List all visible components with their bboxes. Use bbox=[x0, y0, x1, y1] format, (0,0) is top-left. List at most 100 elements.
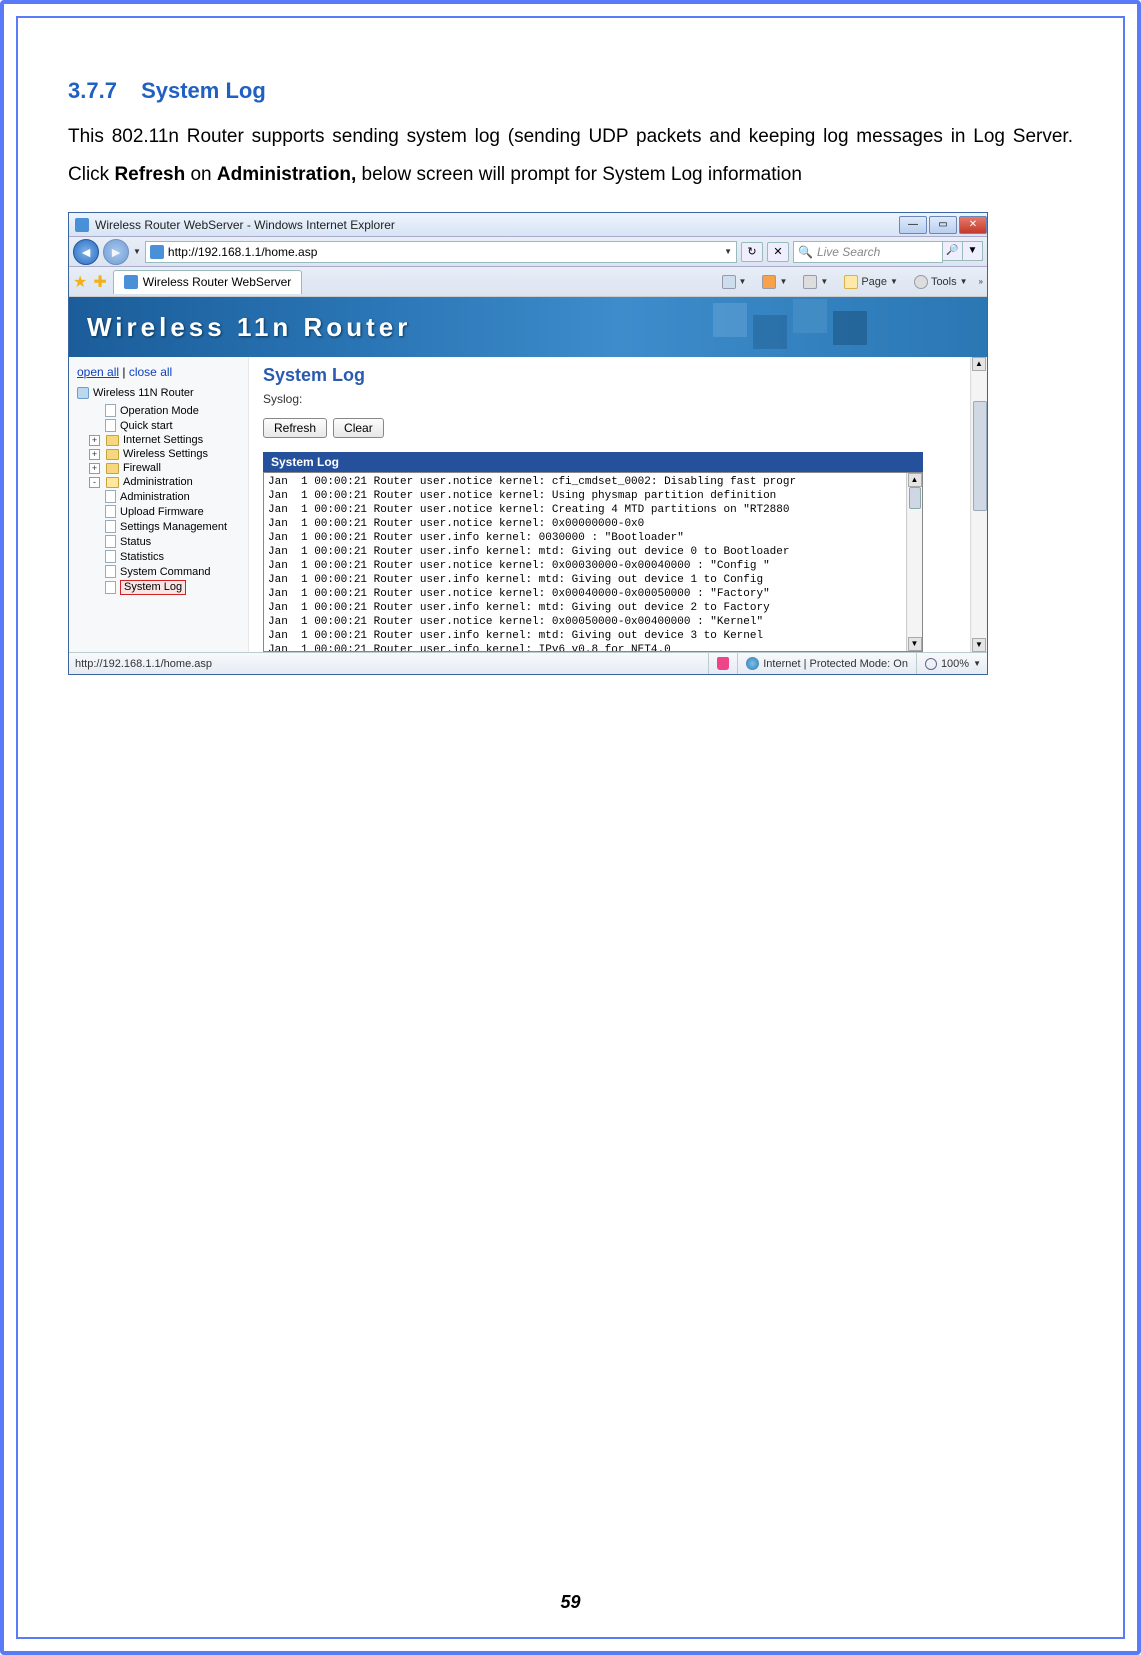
zoom-icon[interactable] bbox=[925, 658, 937, 670]
tree-item-label: Settings Management bbox=[120, 521, 227, 533]
page-icon bbox=[105, 581, 116, 594]
sidebar-item-wireless-settings[interactable]: +Wireless Settings bbox=[89, 447, 244, 461]
page-title: System Log bbox=[263, 365, 987, 386]
router-icon bbox=[77, 387, 89, 399]
expand-toggle-icon[interactable]: + bbox=[89, 435, 100, 446]
address-bar[interactable]: http://192.168.1.1/home.asp ▼ bbox=[145, 241, 737, 263]
nav-tree-sidebar: open all | close all Wireless 11N Router… bbox=[69, 357, 249, 652]
security-shield-icon bbox=[717, 657, 729, 670]
search-dropdown-icon[interactable]: ▼ bbox=[963, 241, 983, 261]
sidebar-item-status[interactable]: Status bbox=[105, 534, 244, 549]
folder-open-icon bbox=[106, 477, 119, 488]
scroll-up-icon[interactable]: ▲ bbox=[908, 473, 922, 487]
section-heading: 3.7.7 System Log bbox=[68, 78, 1073, 104]
scroll-thumb[interactable] bbox=[973, 401, 987, 511]
rss-icon bbox=[762, 275, 776, 289]
folder-icon bbox=[106, 449, 119, 460]
window-titlebar: Wireless Router WebServer - Windows Inte… bbox=[69, 213, 987, 237]
minimize-button[interactable]: — bbox=[899, 216, 927, 234]
expand-toggle-icon[interactable]: + bbox=[89, 449, 100, 460]
page-icon bbox=[844, 275, 858, 289]
scroll-down-icon[interactable]: ▼ bbox=[908, 637, 922, 651]
url-dropdown-icon[interactable]: ▼ bbox=[724, 247, 732, 256]
scroll-thumb[interactable] bbox=[909, 487, 921, 509]
folder-icon bbox=[106, 435, 119, 446]
sidebar-item-operation-mode[interactable]: Operation Mode bbox=[105, 403, 244, 418]
protected-mode-text: Internet | Protected Mode: On bbox=[763, 658, 908, 670]
maximize-button[interactable]: ▭ bbox=[929, 216, 957, 234]
heading-number: 3.7.7 bbox=[68, 78, 117, 103]
sidebar-item-statistics[interactable]: Statistics bbox=[105, 549, 244, 564]
expand-toggle-icon[interactable]: - bbox=[89, 477, 100, 488]
close-all-link[interactable]: close all bbox=[129, 365, 172, 379]
sidebar-item-firewall[interactable]: +Firewall bbox=[89, 461, 244, 475]
gear-icon bbox=[914, 275, 928, 289]
expand-toggle-icon[interactable]: + bbox=[89, 463, 100, 474]
sidebar-item-administration[interactable]: - Administration bbox=[89, 475, 244, 489]
refresh-nav-button[interactable]: ↻ bbox=[741, 242, 763, 262]
sidebar-item-administration[interactable]: Administration bbox=[105, 489, 244, 504]
toolbar-chevron-icon[interactable]: » bbox=[979, 277, 983, 286]
close-button[interactable]: ✕ bbox=[959, 216, 987, 234]
tools-menu-button[interactable]: Tools▼ bbox=[909, 273, 973, 291]
browser-window: Wireless Router WebServer - Windows Inte… bbox=[68, 212, 988, 675]
page-icon bbox=[105, 490, 116, 503]
refresh-button[interactable]: Refresh bbox=[263, 418, 327, 438]
home-icon bbox=[722, 275, 736, 289]
scroll-up-icon[interactable]: ▲ bbox=[972, 357, 986, 371]
body-text-segment: below screen will prompt for System Log … bbox=[362, 164, 802, 185]
page-menu-button[interactable]: Page▼ bbox=[839, 273, 903, 291]
body-bold-administration: Administration, bbox=[217, 164, 356, 185]
tab-toolbar: ★ ✚ Wireless Router WebServer ▼ ▼ ▼ Page… bbox=[69, 267, 987, 297]
tree-item-label: Internet Settings bbox=[123, 434, 203, 446]
page-content: System Log Syslog: Refresh Clear System … bbox=[249, 357, 987, 652]
print-button[interactable]: ▼ bbox=[798, 273, 833, 291]
page-icon bbox=[105, 520, 116, 533]
clear-button[interactable]: Clear bbox=[333, 418, 384, 438]
home-button[interactable]: ▼ bbox=[717, 273, 752, 291]
open-all-link[interactable]: open all bbox=[77, 365, 119, 379]
back-button[interactable]: ◄ bbox=[73, 239, 99, 265]
sidebar-item-settings-management[interactable]: Settings Management bbox=[105, 519, 244, 534]
stop-nav-button[interactable]: ✕ bbox=[767, 242, 789, 262]
feeds-button[interactable]: ▼ bbox=[757, 273, 792, 291]
favorites-center-icon[interactable]: ✚ bbox=[93, 272, 106, 292]
scroll-down-icon[interactable]: ▼ bbox=[972, 638, 986, 652]
forward-button[interactable]: ► bbox=[103, 239, 129, 265]
window-title: Wireless Router WebServer - Windows Inte… bbox=[95, 218, 897, 232]
sidebar-item-system-command[interactable]: System Command bbox=[105, 564, 244, 579]
tree-root[interactable]: Wireless 11N Router bbox=[77, 387, 244, 399]
page-number: 59 bbox=[560, 1592, 580, 1613]
page-scrollbar[interactable]: ▲ ▼ bbox=[970, 357, 987, 652]
sidebar-item-internet-settings[interactable]: + Internet Settings bbox=[89, 433, 244, 447]
url-text: http://192.168.1.1/home.asp bbox=[168, 245, 720, 259]
tree-root-label: Wireless 11N Router bbox=[93, 387, 194, 399]
body-text-segment: on bbox=[190, 164, 216, 185]
tree-item-label: Status bbox=[120, 536, 151, 548]
history-dropdown-icon[interactable]: ▼ bbox=[133, 247, 141, 256]
tree-item-label: Operation Mode bbox=[120, 405, 199, 417]
status-url: http://192.168.1.1/home.asp bbox=[75, 658, 700, 670]
zoom-level: 100% bbox=[941, 658, 969, 670]
body-bold-refresh: Refresh bbox=[114, 164, 185, 185]
syslog-scrollbar[interactable]: ▲ ▼ bbox=[906, 473, 922, 651]
syslog-label: Syslog: bbox=[263, 392, 987, 406]
tools-menu-label: Tools bbox=[931, 276, 957, 288]
sidebar-item-system-log[interactable]: System Log bbox=[105, 579, 244, 596]
search-box[interactable]: 🔍 Live Search bbox=[793, 241, 943, 263]
tree-item-label: System Command bbox=[120, 566, 210, 578]
browser-tab[interactable]: Wireless Router WebServer bbox=[113, 270, 303, 294]
heading-title: System Log bbox=[141, 78, 266, 103]
tree-item-label: Administration bbox=[123, 476, 193, 488]
favorites-add-icon[interactable]: ★ bbox=[73, 272, 87, 292]
page-icon bbox=[105, 535, 116, 548]
body-paragraph: This 802.11n Router supports sending sys… bbox=[68, 118, 1073, 194]
ie-icon bbox=[75, 218, 89, 232]
router-banner: Wireless 11n Router bbox=[69, 297, 987, 357]
sidebar-item-quick-start[interactable]: Quick start bbox=[105, 418, 244, 433]
search-go-button[interactable]: 🔎 bbox=[943, 241, 963, 261]
zoom-dropdown-icon[interactable]: ▼ bbox=[973, 659, 981, 668]
syslog-textarea[interactable]: Jan 1 00:00:21 Router user.notice kernel… bbox=[263, 472, 923, 652]
syslog-content: Jan 1 00:00:21 Router user.notice kernel… bbox=[264, 473, 922, 652]
sidebar-item-upload-firmware[interactable]: Upload Firmware bbox=[105, 504, 244, 519]
